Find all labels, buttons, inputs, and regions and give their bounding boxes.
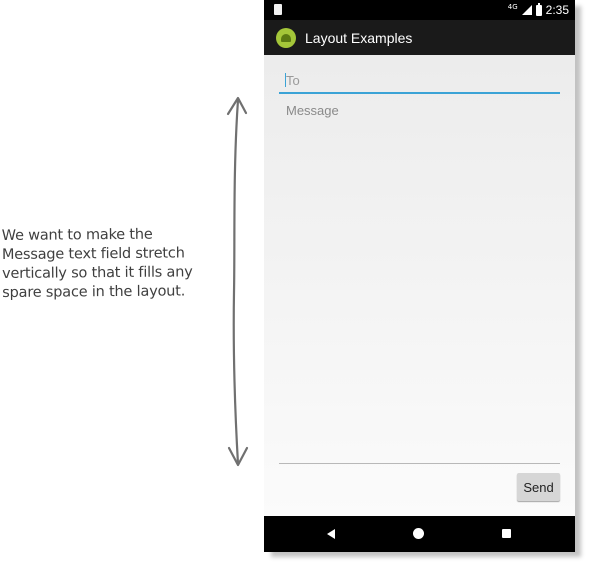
back-icon[interactable] (327, 529, 335, 539)
annotation-line: vertically so that it fills any (2, 264, 193, 283)
home-icon[interactable] (413, 528, 424, 539)
app-bar: Layout Examples (264, 20, 575, 55)
annotation-note: We want to make the Message text field s… (2, 225, 233, 303)
annotation-line: spare space in the layout. (2, 283, 186, 302)
navigation-bar (264, 516, 575, 552)
annotation-line: Message text field stretch (1, 245, 185, 264)
network-type-label: 4G (507, 3, 518, 11)
status-indicators: 4G 2:35 (508, 2, 569, 18)
to-input[interactable]: To (279, 72, 560, 94)
message-input[interactable]: Message (279, 102, 560, 464)
double-headed-arrow (226, 96, 249, 467)
battery-icon (535, 2, 542, 16)
layout-content: To Message Send (264, 55, 575, 516)
phone-screen: 4G 2:35 Layout Examples To Message Send (264, 0, 575, 552)
recents-icon[interactable] (502, 529, 511, 538)
status-bar: 4G 2:35 (264, 0, 575, 20)
message-placeholder: Message (286, 103, 339, 118)
notification-icon (274, 4, 282, 15)
status-time: 2:35 (545, 3, 569, 17)
signal-icon (521, 5, 532, 15)
send-button[interactable]: Send (517, 473, 560, 501)
android-app-icon (276, 27, 296, 48)
to-placeholder: To (286, 73, 300, 88)
app-title: Layout Examples (305, 29, 413, 46)
annotation-line: We want to make the (1, 226, 153, 245)
